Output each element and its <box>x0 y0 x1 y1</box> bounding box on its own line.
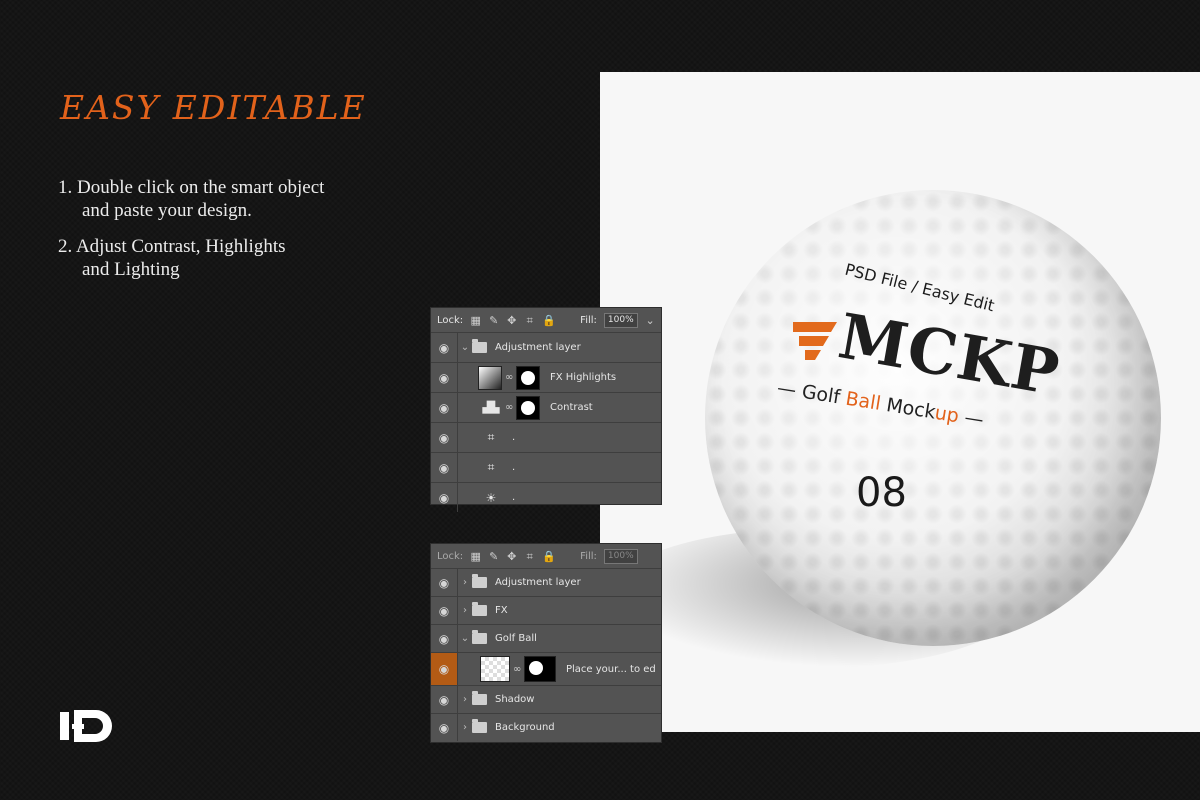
lock-label: Lock: <box>437 550 464 562</box>
brightness-icon: ☀ <box>485 490 497 505</box>
layer-row[interactable]: ◉ › Shadow <box>431 686 661 714</box>
layer-row[interactable]: ◉ ▟▙ ∞ Contrast <box>431 393 661 423</box>
layer-row[interactable]: ◉ › Background <box>431 714 661 741</box>
layer-name: FX <box>495 605 508 616</box>
layer-row[interactable]: ◉ ∞ FX Highlights <box>431 363 661 393</box>
lock-row: Lock: ▦ ✎ ✥ ⌗ 🔒 Fill: 100% ⌄ <box>431 308 661 333</box>
fill-label: Fill: <box>580 550 597 562</box>
step-2: 2. Adjust Contrast, Highlights and Light… <box>58 235 324 281</box>
layer-name: Adjustment layer <box>495 577 581 588</box>
curves-icon: ⌗ <box>487 430 495 444</box>
folder-icon <box>472 691 487 705</box>
link-icon[interactable]: ∞ <box>505 402 513 413</box>
layers-panel-main: Lock: ▦ ✎ ✥ ⌗ 🔒 Fill: 100% ◉ › Adjustmen… <box>430 543 662 743</box>
mask-thumbnail-icon <box>516 395 540 420</box>
layer-name: Golf Ball <box>495 633 537 644</box>
layer-row-selected[interactable]: ◉ ∞ Place your... to ed <box>431 653 661 686</box>
folder-icon <box>472 602 487 616</box>
step-1-line-1: 1. Double click on the smart object <box>58 177 325 198</box>
layer-name: Contrast <box>550 402 593 413</box>
link-icon[interactable]: ∞ <box>505 372 513 383</box>
mask-thumbnail-icon <box>516 365 540 390</box>
brand-logo-icon <box>60 710 112 742</box>
chevron-right-icon[interactable]: › <box>458 605 472 616</box>
lock-artboard-icon[interactable]: ⌗ <box>524 315 535 326</box>
layer-name: Shadow <box>495 694 535 705</box>
layer-name: Adjustment layer <box>495 342 581 353</box>
layer-row[interactable]: ◉ ☀ . <box>431 483 661 512</box>
headline: EASY EDITABLE <box>60 88 367 127</box>
chevron-right-icon[interactable]: › <box>458 722 472 733</box>
lock-move-icon[interactable]: ✥ <box>506 551 517 562</box>
levels-icon: ▟▙ <box>482 401 500 414</box>
folder-icon <box>472 574 487 588</box>
step-1-line-2: and paste your design. <box>82 200 252 221</box>
smart-object-thumbnail-icon <box>480 656 510 682</box>
chevron-down-icon[interactable]: ⌄ <box>458 342 472 353</box>
eye-icon[interactable]: ◉ <box>431 461 457 475</box>
chevron-down-icon[interactable]: ⌄ <box>645 315 656 326</box>
step-2-line-2: and Lighting <box>82 259 180 280</box>
layer-row[interactable]: ◉ › FX <box>431 597 661 625</box>
layer-name: FX Highlights <box>550 372 617 383</box>
eye-icon[interactable]: ◉ <box>431 401 457 415</box>
layer-row[interactable]: ◉ ⌗ . <box>431 453 661 483</box>
mask-thumbnail-icon <box>524 656 556 682</box>
step-2-line-1: 2. Adjust Contrast, Highlights <box>58 236 286 257</box>
layer-name: . <box>512 432 516 443</box>
eye-icon[interactable]: ◉ <box>431 371 457 385</box>
fill-input[interactable]: 100% <box>603 312 638 328</box>
chevron-right-icon[interactable]: › <box>458 577 472 588</box>
eye-icon[interactable]: ◉ <box>431 721 457 735</box>
lock-brush-icon[interactable]: ✎ <box>488 551 499 562</box>
folder-icon <box>472 719 487 733</box>
eye-icon[interactable]: ◉ <box>431 604 457 618</box>
curves-icon: ⌗ <box>487 460 495 474</box>
lock-brush-icon[interactable]: ✎ <box>488 315 499 326</box>
lock-row: Lock: ▦ ✎ ✥ ⌗ 🔒 Fill: 100% <box>431 544 661 569</box>
chevron-right-icon[interactable]: › <box>458 694 472 705</box>
lock-move-icon[interactable]: ✥ <box>506 315 517 326</box>
folder-icon <box>472 630 487 644</box>
lock-all-icon[interactable]: 🔒 <box>542 315 556 326</box>
eye-icon[interactable]: ◉ <box>431 576 457 590</box>
ball-number: 08 <box>856 470 907 516</box>
fill-label: Fill: <box>580 314 597 326</box>
lock-transparent-icon[interactable]: ▦ <box>470 315 481 326</box>
lock-transparent-icon[interactable]: ▦ <box>470 551 481 562</box>
lock-all-icon[interactable]: 🔒 <box>542 551 556 562</box>
fill-input[interactable]: 100% <box>603 548 638 564</box>
layer-row[interactable]: ◉ ⌄ Adjustment layer <box>431 333 661 363</box>
link-icon[interactable]: ∞ <box>513 664 521 675</box>
eye-icon[interactable]: ◉ <box>431 341 457 355</box>
lock-artboard-icon[interactable]: ⌗ <box>524 551 535 562</box>
gradient-thumbnail-icon <box>478 365 502 390</box>
layer-row[interactable]: ◉ ⌗ . <box>431 423 661 453</box>
eye-icon[interactable]: ◉ <box>431 693 457 707</box>
ball-tag-up: up <box>933 401 961 428</box>
lock-label: Lock: <box>437 314 464 326</box>
eye-icon[interactable]: ◉ <box>431 431 457 445</box>
layer-name: Place your... to ed <box>566 663 656 675</box>
layer-row[interactable]: ◉ ⌄ Golf Ball <box>431 625 661 653</box>
layer-name: . <box>512 492 516 503</box>
layer-name: Background <box>495 722 555 733</box>
instructions: 1. Double click on the smart object and … <box>58 176 324 294</box>
step-1: 1. Double click on the smart object and … <box>58 176 324 222</box>
layer-name: . <box>512 462 516 473</box>
eye-icon[interactable]: ◉ <box>431 632 457 646</box>
eye-icon[interactable]: ◉ <box>431 491 457 505</box>
folder-icon <box>472 339 487 353</box>
chevron-down-icon[interactable]: ⌄ <box>458 633 472 644</box>
layers-panel-adjustments: Lock: ▦ ✎ ✥ ⌗ 🔒 Fill: 100% ⌄ ◉ ⌄ Adjustm… <box>430 307 662 512</box>
layer-row[interactable]: ◉ › Adjustment layer <box>431 569 661 597</box>
eye-icon[interactable]: ◉ <box>431 662 457 676</box>
